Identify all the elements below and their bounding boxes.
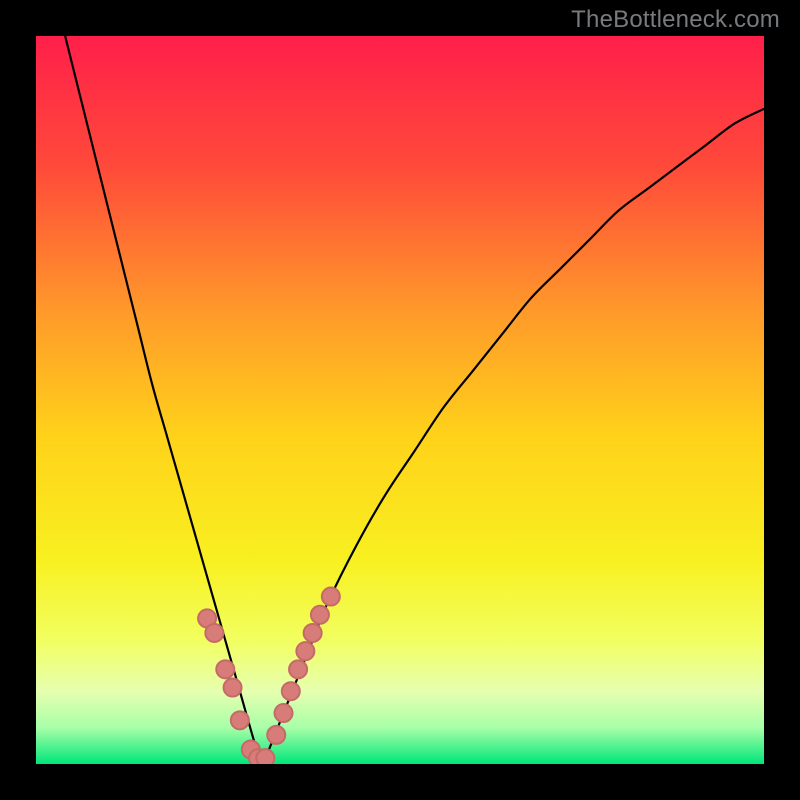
marker-point bbox=[231, 711, 249, 729]
marker-point bbox=[256, 749, 274, 764]
marker-point bbox=[322, 588, 340, 606]
chart-frame: TheBottleneck.com bbox=[0, 0, 800, 800]
marker-point bbox=[275, 704, 293, 722]
marker-point bbox=[296, 642, 314, 660]
watermark-text: TheBottleneck.com bbox=[571, 6, 780, 34]
marker-point bbox=[311, 606, 329, 624]
marker-point bbox=[205, 624, 223, 642]
curve-layer bbox=[36, 36, 764, 764]
marker-point bbox=[304, 624, 322, 642]
marker-point bbox=[216, 660, 234, 678]
marker-point bbox=[267, 726, 285, 744]
marker-point bbox=[282, 682, 300, 700]
marker-point bbox=[289, 660, 307, 678]
marker-point bbox=[224, 679, 242, 697]
bottleneck-curve bbox=[65, 36, 764, 764]
marker-group bbox=[198, 588, 340, 764]
plot-area bbox=[36, 36, 764, 764]
